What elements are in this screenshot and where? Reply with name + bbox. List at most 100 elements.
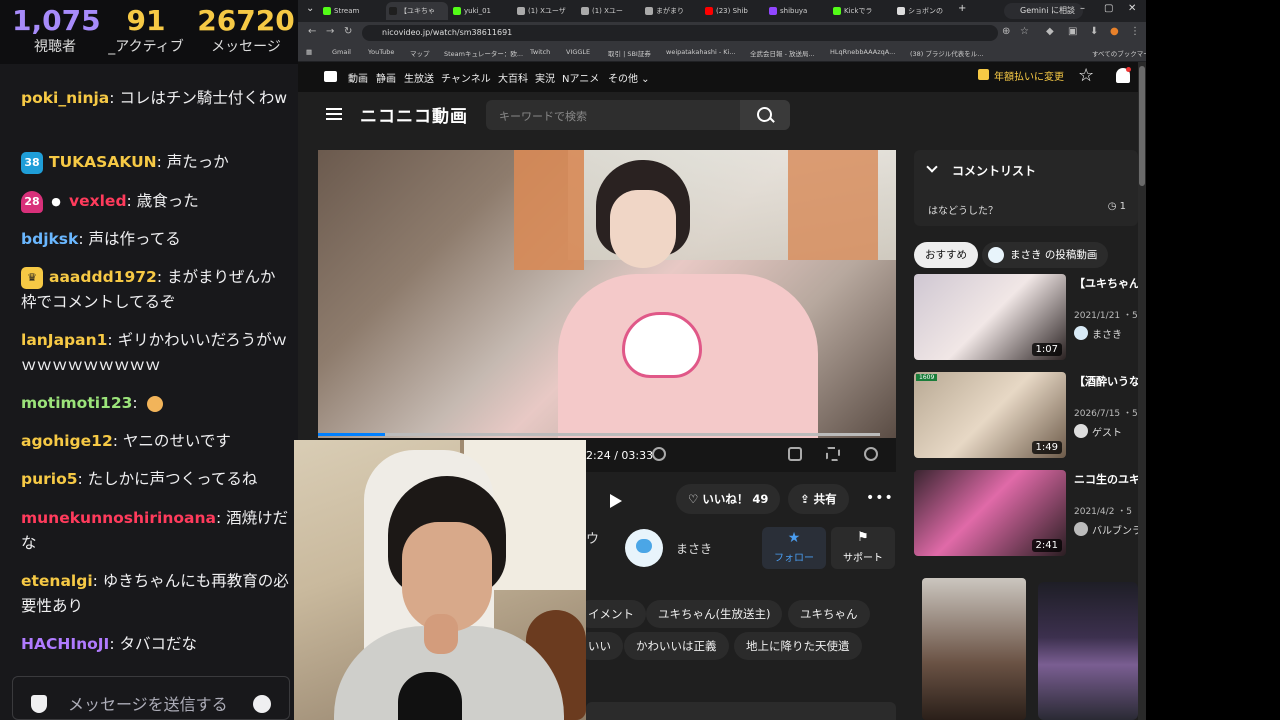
browser-tab[interactable]: (1) Xユーザ	[514, 2, 576, 20]
bookmark[interactable]: weipatakahashi - Ki...	[666, 48, 736, 56]
extensions-puzzle-icon[interactable]: ▣	[1068, 26, 1077, 37]
comment-list-row[interactable]: はなどうした？ ◷ 1	[914, 190, 1138, 226]
support-button[interactable]: サポート	[831, 527, 895, 569]
recommended-chip[interactable]: おすすめ	[914, 242, 978, 268]
video-player[interactable]	[318, 150, 896, 438]
fullscreen-icon[interactable]	[826, 447, 840, 461]
nav-item[interactable]: チャンネル	[441, 70, 491, 85]
chat-username[interactable]: agohige12	[21, 432, 113, 450]
video-thumbnail[interactable]: 1609 1:49	[914, 372, 1066, 458]
chat-username[interactable]: TUKASAKUN	[49, 153, 157, 171]
nav-item[interactable]: 静画	[376, 70, 396, 85]
chat-username[interactable]: motimoti123	[21, 394, 132, 412]
video-title[interactable]: ニコ生のユキ	[1074, 472, 1144, 502]
chat-username[interactable]: bdjksk	[21, 230, 78, 248]
gemini-button[interactable]: Gemini に相談	[1004, 3, 1083, 19]
replay-10-icon[interactable]	[652, 447, 666, 461]
tab-search-icon[interactable]: ⌄	[306, 3, 314, 14]
tag[interactable]: ユキちゃん(生放送主)	[646, 600, 783, 628]
back-icon[interactable]: ←	[308, 26, 316, 37]
browser-tab[interactable]: (1) Xユー	[578, 2, 640, 20]
video-title[interactable]: 【ユキちゃん 時16分に赤ち	[1074, 276, 1144, 306]
profile-avatar[interactable]: ●	[1110, 26, 1119, 37]
chat-username[interactable]: etenalgi	[21, 572, 93, 590]
reload-icon[interactable]: ↻	[344, 26, 352, 37]
bookmark[interactable]: Gmail	[332, 48, 351, 56]
browser-tab[interactable]: Kickでラ	[830, 2, 892, 20]
nav-item[interactable]: 実況	[535, 70, 555, 85]
chat-input[interactable]: メッセージを送信する	[12, 676, 290, 720]
bookmark[interactable]: マップ	[410, 48, 430, 58]
chat-username[interactable]: HACHInoJI	[21, 635, 109, 653]
shield-icon[interactable]	[31, 695, 47, 713]
chat-username[interactable]: lanJapan1	[21, 331, 107, 349]
ad-banner[interactable]	[1038, 582, 1138, 720]
browser-tab[interactable]: まがまり	[642, 2, 704, 20]
bookmark[interactable]: VIGGLE	[566, 48, 590, 56]
emoji-picker-icon[interactable]	[253, 695, 271, 713]
uploader-avatar[interactable]	[625, 529, 663, 567]
related-video[interactable]: 1:07 【ユキちゃん 時16分に赤ち 2021/1/21 ・5 まさき	[914, 274, 1146, 364]
chevron-down-icon[interactable]	[926, 161, 938, 173]
hamburger-menu-icon[interactable]	[326, 108, 342, 120]
new-tab-icon[interactable]: +	[958, 3, 966, 14]
comment-list-header[interactable]: コメントリスト	[914, 150, 1138, 190]
seek-bar[interactable]	[318, 433, 880, 436]
like-button[interactable]: ♡ いいね！ 49	[676, 484, 781, 514]
video-title[interactable]: 【酒酔いうな 好きだよ」し	[1074, 374, 1144, 404]
more-options-icon[interactable]: •••	[866, 490, 894, 506]
maximize-icon[interactable]: ▢	[1104, 3, 1113, 14]
apps-icon[interactable]: ▦	[306, 48, 312, 56]
nav-item[interactable]: 動画	[348, 70, 368, 85]
bookmark[interactable]: Steamキュレーター：欧...	[444, 48, 523, 58]
downloads-icon[interactable]: ⬇	[1090, 26, 1098, 37]
bookmark-star-icon[interactable]: ☆	[1020, 26, 1029, 37]
search-box[interactable]: キーワードで検索	[486, 100, 790, 130]
niconico-logo[interactable]: ニコニコ動画	[360, 102, 468, 127]
tv-icon[interactable]	[324, 71, 337, 82]
chat-username[interactable]: munekunnoshirinoana	[21, 509, 216, 527]
nav-item-more[interactable]: その他 ⌄	[608, 70, 650, 85]
settings-gear-icon[interactable]	[864, 447, 878, 461]
browser-tab[interactable]: shibuya	[766, 2, 828, 20]
tag[interactable]: ユキちゃん	[788, 600, 870, 628]
share-button[interactable]: ⇪ 共有	[788, 484, 849, 514]
bookmark[interactable]: 全武会日報 - 放送局...	[750, 48, 815, 58]
bookmark[interactable]: YouTube	[368, 48, 394, 56]
bookmark[interactable]: Twitch	[530, 48, 550, 56]
nav-item[interactable]: Nアニメ	[562, 70, 599, 85]
bookmark[interactable]: (38) ブラジル代表をル...	[910, 48, 983, 58]
chat-username[interactable]: aaaddd1972	[49, 268, 157, 286]
uploader-name[interactable]: まさき	[676, 540, 712, 557]
tag[interactable]: 地上に降りた天使遺	[734, 632, 862, 660]
follow-button[interactable]: フォロー	[762, 527, 826, 569]
bookmark[interactable]: HLqRnebbAAAzqA...	[830, 48, 895, 56]
zoom-icon[interactable]: ⊕	[1002, 26, 1010, 37]
nav-item[interactable]: 大百科	[498, 70, 528, 85]
scrollbar-thumb[interactable]	[1139, 66, 1145, 186]
search-icon[interactable]	[740, 100, 790, 130]
forward-icon[interactable]: →	[326, 26, 334, 37]
nav-item[interactable]: 生放送	[404, 70, 434, 85]
browser-tab[interactable]: (23) Shib	[702, 2, 764, 20]
page-scrollbar[interactable]	[1138, 62, 1146, 720]
chat-username[interactable]: poki_ninja	[21, 89, 109, 107]
browser-tab[interactable]: Stream	[320, 2, 384, 20]
premium-link[interactable]: 年額払いに変更	[978, 68, 1064, 83]
url-input[interactable]: nicovideo.jp/watch/sm38611691	[362, 25, 998, 41]
browser-tab[interactable]: yuki_01	[450, 2, 512, 20]
extensions-icon[interactable]: ◆	[1046, 26, 1054, 37]
browser-tab[interactable]: ショボンの	[894, 2, 956, 20]
play-icon[interactable]	[598, 488, 634, 514]
menu-kebab-icon[interactable]: ⋮	[1130, 26, 1140, 37]
comment-toggle-icon[interactable]	[788, 447, 802, 461]
star-icon[interactable]: ☆	[1078, 65, 1094, 86]
ad-banner[interactable]	[922, 578, 1026, 720]
minimize-icon[interactable]: –	[1080, 3, 1085, 14]
video-thumbnail[interactable]: 2:41	[914, 470, 1066, 556]
related-video[interactable]: 1609 1:49 【酒酔いうな 好きだよ」し 2026/7/15 ・5 ゲスト	[914, 372, 1146, 462]
tag[interactable]: かわいいは正義	[624, 632, 729, 660]
close-icon[interactable]: ✕	[1128, 3, 1136, 14]
owner-videos-chip[interactable]: まさき の投稿動画	[982, 242, 1109, 268]
browser-tab-active[interactable]: 【ユキちゃ	[386, 2, 448, 20]
